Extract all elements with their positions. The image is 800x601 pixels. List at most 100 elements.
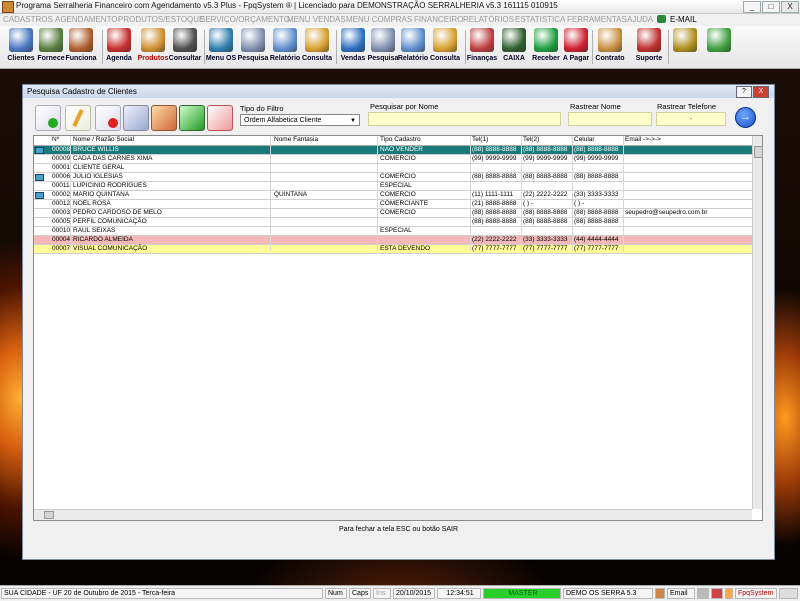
record-marker-icon — [35, 147, 44, 154]
track-phone-input[interactable]: - — [656, 112, 726, 126]
delete-record-icon[interactable] — [95, 105, 121, 131]
toolbar-button-13[interactable]: Consulta — [428, 28, 462, 66]
menu-email[interactable]: E-MAIL — [670, 15, 697, 24]
toolbar-label: Funciona — [65, 55, 97, 62]
search-name-input[interactable] — [368, 112, 561, 126]
toolbar-button-8[interactable]: Relatório — [268, 28, 302, 66]
calendar-icon — [107, 28, 131, 52]
col-header-fantasy[interactable]: Nome Fantasia — [274, 136, 318, 143]
print-icon[interactable] — [123, 105, 149, 131]
toolbar-button-11[interactable]: Pesquisa — [366, 28, 400, 66]
flag-icon — [711, 588, 723, 599]
toolbar-label: CAIXA — [503, 55, 525, 62]
menu-ferramentas[interactable]: FERRAMENTAS — [567, 15, 627, 24]
status-num: Num — [325, 588, 347, 599]
col-header-name[interactable]: Nome / Razão Social — [73, 136, 134, 143]
cell-tipo: NÃO VENDER — [380, 146, 423, 153]
cell-nome: MARIO QUINTANA — [73, 191, 130, 198]
col-header-mobile[interactable]: Celular — [574, 136, 595, 143]
track-name-input[interactable] — [568, 112, 652, 126]
new-record-icon[interactable] — [35, 105, 61, 131]
edit-record-icon[interactable] — [65, 105, 91, 131]
horizontal-scrollbar[interactable] — [34, 509, 752, 520]
status-caps: Caps — [349, 588, 371, 599]
dial-icon — [173, 28, 197, 52]
table-row[interactable]: 00006 JULIO IGLESIAS COMERCIO (88) 8888-888… — [34, 173, 752, 182]
vertical-scrollbar[interactable] — [752, 136, 763, 509]
cell-n: 00007 — [52, 245, 71, 252]
toolbar-button-2[interactable]: Funciona — [64, 28, 98, 66]
menu-servico-orcamento[interactable]: SERVIÇO/ORÇAMENTO — [200, 15, 290, 24]
client-search-dialog: Pesquisa Cadastro de Clientes ? X Tipo d… — [22, 84, 775, 560]
toolbar-label: Receber — [532, 55, 560, 62]
menu-agendamento[interactable]: AGENDAMENTO — [55, 15, 118, 24]
table-row[interactable]: 00009 CADA DAS CARNES XIMA COMERCIO (99) 99… — [34, 155, 752, 164]
scroll-thumb[interactable] — [754, 146, 763, 158]
maximize-button[interactable]: □ — [762, 1, 780, 13]
toolbar-button-10[interactable]: Vendas — [336, 28, 370, 66]
toolbar-button-17[interactable]: A Pagar — [559, 28, 593, 66]
menu-relatorios[interactable]: RELATÓRIOS — [463, 15, 514, 24]
row-indicator — [34, 200, 43, 208]
status-user: MASTER — [483, 588, 561, 599]
toolbar-button-21[interactable] — [702, 28, 736, 66]
toolbar-button-15[interactable]: CAIXA — [497, 28, 531, 66]
row-indicator — [34, 245, 43, 253]
table-row[interactable]: 00003 PEDRO CARDOSO DE MELO COMERCIO (88) 8… — [34, 209, 752, 218]
toolbar-button-1[interactable]: Fornece — [34, 28, 68, 66]
menu-compras[interactable]: MENU COMPRAS — [346, 15, 412, 24]
report-icon[interactable] — [151, 105, 177, 131]
toolbar-button-20[interactable] — [668, 28, 702, 66]
toolbar-button-5[interactable]: Consultar — [168, 28, 202, 66]
menu-produtos-estoque[interactable]: PRODUTOS/ESTOQUE — [118, 15, 204, 24]
col-header-type[interactable]: Tipo Cadastro — [380, 136, 421, 143]
minimize-button[interactable]: _ — [743, 1, 761, 13]
menu-vendas[interactable]: MENU VENDAS — [287, 15, 346, 24]
toolbar-button-3[interactable]: Agenda — [102, 28, 136, 66]
table-row[interactable]: 00007 VISUAL COMUNICAÇÃO ESTA DEVENDO (77) … — [34, 245, 752, 254]
toolbar-label: Finanças — [466, 55, 498, 62]
col-header-tel2[interactable]: Tel(2) — [523, 136, 539, 143]
table-row[interactable]: 00004 RICARDO ALMEIDA (22) 2222-2222 (33) 3… — [34, 236, 752, 245]
status-email[interactable]: Email — [667, 588, 695, 599]
toolbar-button-6[interactable]: Menu OS — [204, 28, 238, 66]
col-header-tel1[interactable]: Tel(1) — [472, 136, 488, 143]
dialog-close-button[interactable]: X — [753, 86, 769, 98]
menu-ajuda[interactable]: AJUDA — [627, 15, 653, 24]
scroll-thumb[interactable] — [44, 511, 54, 519]
menu-estatistica[interactable]: ESTATISTICA — [515, 15, 565, 24]
toolbar-separator — [465, 30, 466, 64]
toolbar-separator — [592, 30, 593, 64]
cell-tipo: ESPECIAL — [380, 182, 412, 189]
email-export-icon[interactable] — [207, 105, 233, 131]
go-arrow-button[interactable]: → — [735, 107, 756, 128]
col-header-number[interactable]: Nº — [52, 136, 59, 143]
toolbar-button-16[interactable]: Receber — [529, 28, 563, 66]
toolbar-button-19[interactable]: Suporte — [632, 28, 666, 66]
toolbar-button-4[interactable]: Produtos — [136, 28, 170, 66]
toolbar-button-0[interactable]: Clientes — [4, 28, 38, 66]
filter-select[interactable]: Ordem Alfabetica Cliente ▼ — [240, 114, 360, 126]
table-row[interactable]: 00011 LUPICINIO RODRIGUES ESPECIAL — [34, 182, 752, 191]
close-button[interactable]: X — [781, 1, 799, 13]
menu-financeiro[interactable]: FINANCEIRO — [414, 15, 463, 24]
help-button[interactable]: ? — [736, 86, 752, 98]
toolbar-button-9[interactable]: Consulta — [300, 28, 334, 66]
table-row[interactable]: 00008 BRUCE WILLIS NÃO VENDER (88) 8888-888… — [34, 146, 752, 155]
toolbar-label: Pesquisa — [367, 55, 399, 62]
toolbar-button-12[interactable]: Relatório — [396, 28, 430, 66]
excel-export-icon[interactable] — [179, 105, 205, 131]
table-row[interactable]: 00005 PERFIL COMUNICAÇÃO (88) 8888-8888 (88… — [34, 218, 752, 227]
toolbar-button-7[interactable]: Pesquisa — [236, 28, 270, 66]
lock-icon — [725, 588, 733, 599]
toolbar-button-14[interactable]: Finanças — [465, 28, 499, 66]
toolbar-button-18[interactable]: Contrato — [593, 28, 627, 66]
row-indicator — [34, 146, 44, 154]
table-row[interactable]: 00010 RAUL SEIXAS ESPECIAL — [34, 227, 752, 236]
table-row[interactable]: 00001 CLIENTE GERAL — [34, 164, 752, 173]
menu-cadastros[interactable]: CADASTROS — [3, 15, 53, 24]
table-row[interactable]: 00012 NOEL ROSA COMERCIANTE (21) 8888-8888 (… — [34, 200, 752, 209]
printer-icon[interactable] — [697, 588, 709, 599]
col-header-email[interactable]: Email ->->-> — [625, 136, 661, 143]
table-row[interactable]: 00002 MARIO QUINTANA QUINTANA COMERCIO (11) … — [34, 191, 752, 200]
